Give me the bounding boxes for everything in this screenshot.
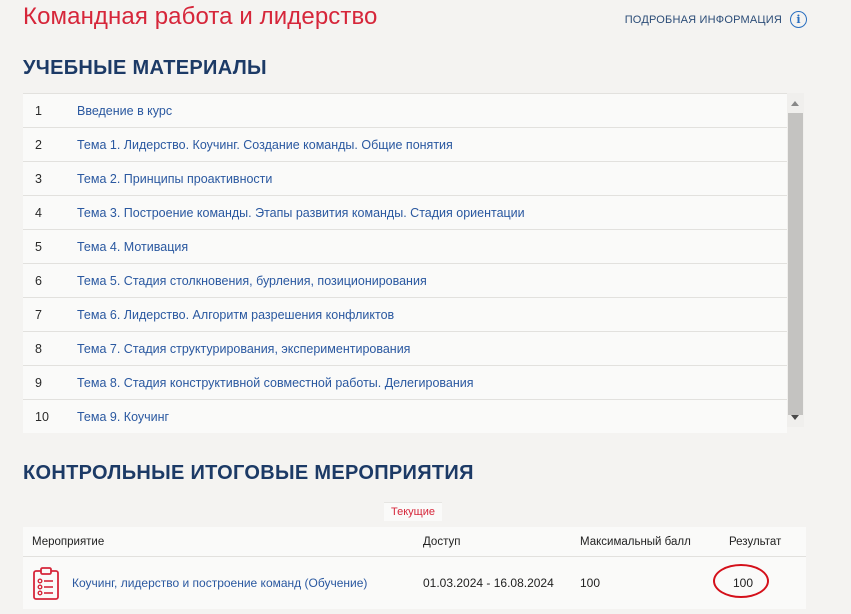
material-link[interactable]: Тема 6. Лидерство. Алгоритм разрешения к…: [77, 308, 394, 322]
material-link[interactable]: Тема 1. Лидерство. Коучинг. Создание ком…: [77, 138, 453, 152]
materials-section-title: УЧЕБНЫЕ МАТЕРИАЛЫ: [23, 57, 267, 79]
material-number: 8: [35, 341, 42, 356]
material-link[interactable]: Тема 9. Коучинг: [77, 410, 169, 424]
event-cell: Коучинг, лидерство и построение команд (…: [23, 566, 423, 600]
material-item[interactable]: 7 Тема 6. Лидерство. Алгоритм разрешения…: [23, 297, 787, 331]
material-item[interactable]: 10 Тема 9. Коучинг: [23, 399, 787, 433]
scroll-down-arrow-icon[interactable]: [791, 415, 799, 420]
material-item[interactable]: 4 Тема 3. Построение команды. Этапы разв…: [23, 195, 787, 229]
material-link[interactable]: Тема 7. Стадия структурирования, экспери…: [77, 342, 410, 356]
scrollbar-thumb[interactable]: [788, 113, 803, 415]
checklist-clipboard-icon: [32, 566, 60, 600]
material-number: 4: [35, 205, 42, 220]
column-header-result: Результат: [729, 535, 782, 548]
column-header-access: Доступ: [423, 535, 461, 548]
events-table: Мероприятие Доступ Максимальный балл Рез…: [23, 527, 806, 609]
info-circle-icon[interactable]: i: [790, 11, 807, 28]
material-link[interactable]: Тема 4. Мотивация: [77, 240, 188, 254]
material-number: 9: [35, 375, 42, 390]
more-info-label: ПОДРОБНАЯ ИНФОРМАЦИЯ: [624, 13, 782, 26]
material-number: 7: [35, 307, 42, 322]
access-cell: 01.03.2024 - 16.08.2024: [423, 576, 554, 590]
material-item[interactable]: 5 Тема 4. Мотивация: [23, 229, 787, 263]
events-section-title: КОНТРОЛЬНЫЕ ИТОГОВЫЕ МЕРОПРИЯТИЯ: [23, 462, 474, 484]
material-item[interactable]: 8 Тема 7. Стадия структурирования, экспе…: [23, 331, 787, 365]
material-link[interactable]: Тема 2. Принципы проактивности: [77, 172, 272, 186]
material-number: 10: [35, 409, 49, 424]
materials-scrollbar[interactable]: [787, 93, 804, 427]
material-item[interactable]: 6 Тема 5. Стадия столкновения, бурления,…: [23, 263, 787, 297]
page-title: Командная работа и лидерство: [23, 3, 378, 30]
material-link[interactable]: Тема 5. Стадия столкновения, бурления, п…: [77, 274, 427, 288]
material-link[interactable]: Введение в курс: [77, 104, 172, 118]
material-item[interactable]: 3 Тема 2. Принципы проактивности: [23, 161, 787, 195]
events-table-header: Мероприятие Доступ Максимальный балл Рез…: [23, 527, 806, 557]
scroll-up-arrow-icon[interactable]: [791, 101, 799, 106]
max-score-cell: 100: [580, 576, 601, 590]
column-header-event: Мероприятие: [32, 535, 105, 548]
materials-list: 1 Введение в курс 2 Тема 1. Лидерство. К…: [23, 93, 787, 435]
material-link[interactable]: Тема 8. Стадия конструктивной совместной…: [77, 376, 474, 390]
more-info-link[interactable]: ПОДРОБНАЯ ИНФОРМАЦИЯ i: [625, 11, 807, 28]
highlight-circle: [713, 564, 769, 598]
material-number: 2: [35, 137, 42, 152]
material-item[interactable]: 2 Тема 1. Лидерство. Коучинг. Создание к…: [23, 127, 787, 161]
result-cell: 100: [713, 564, 806, 598]
material-number: 5: [35, 239, 42, 254]
material-item[interactable]: 1 Введение в курс: [23, 93, 787, 127]
column-header-max-score: Максимальный балл: [580, 535, 691, 548]
event-link[interactable]: Коучинг, лидерство и построение команд (…: [72, 576, 367, 590]
material-number: 6: [35, 273, 42, 288]
material-number: 3: [35, 171, 42, 186]
table-row[interactable]: Коучинг, лидерство и построение команд (…: [23, 557, 806, 609]
material-item[interactable]: 9 Тема 8. Стадия конструктивной совместн…: [23, 365, 787, 399]
tab-current[interactable]: Текущие: [384, 502, 442, 521]
material-number: 1: [35, 103, 42, 118]
result-value: 100: [713, 564, 769, 598]
material-link[interactable]: Тема 3. Построение команды. Этапы развит…: [77, 206, 525, 220]
